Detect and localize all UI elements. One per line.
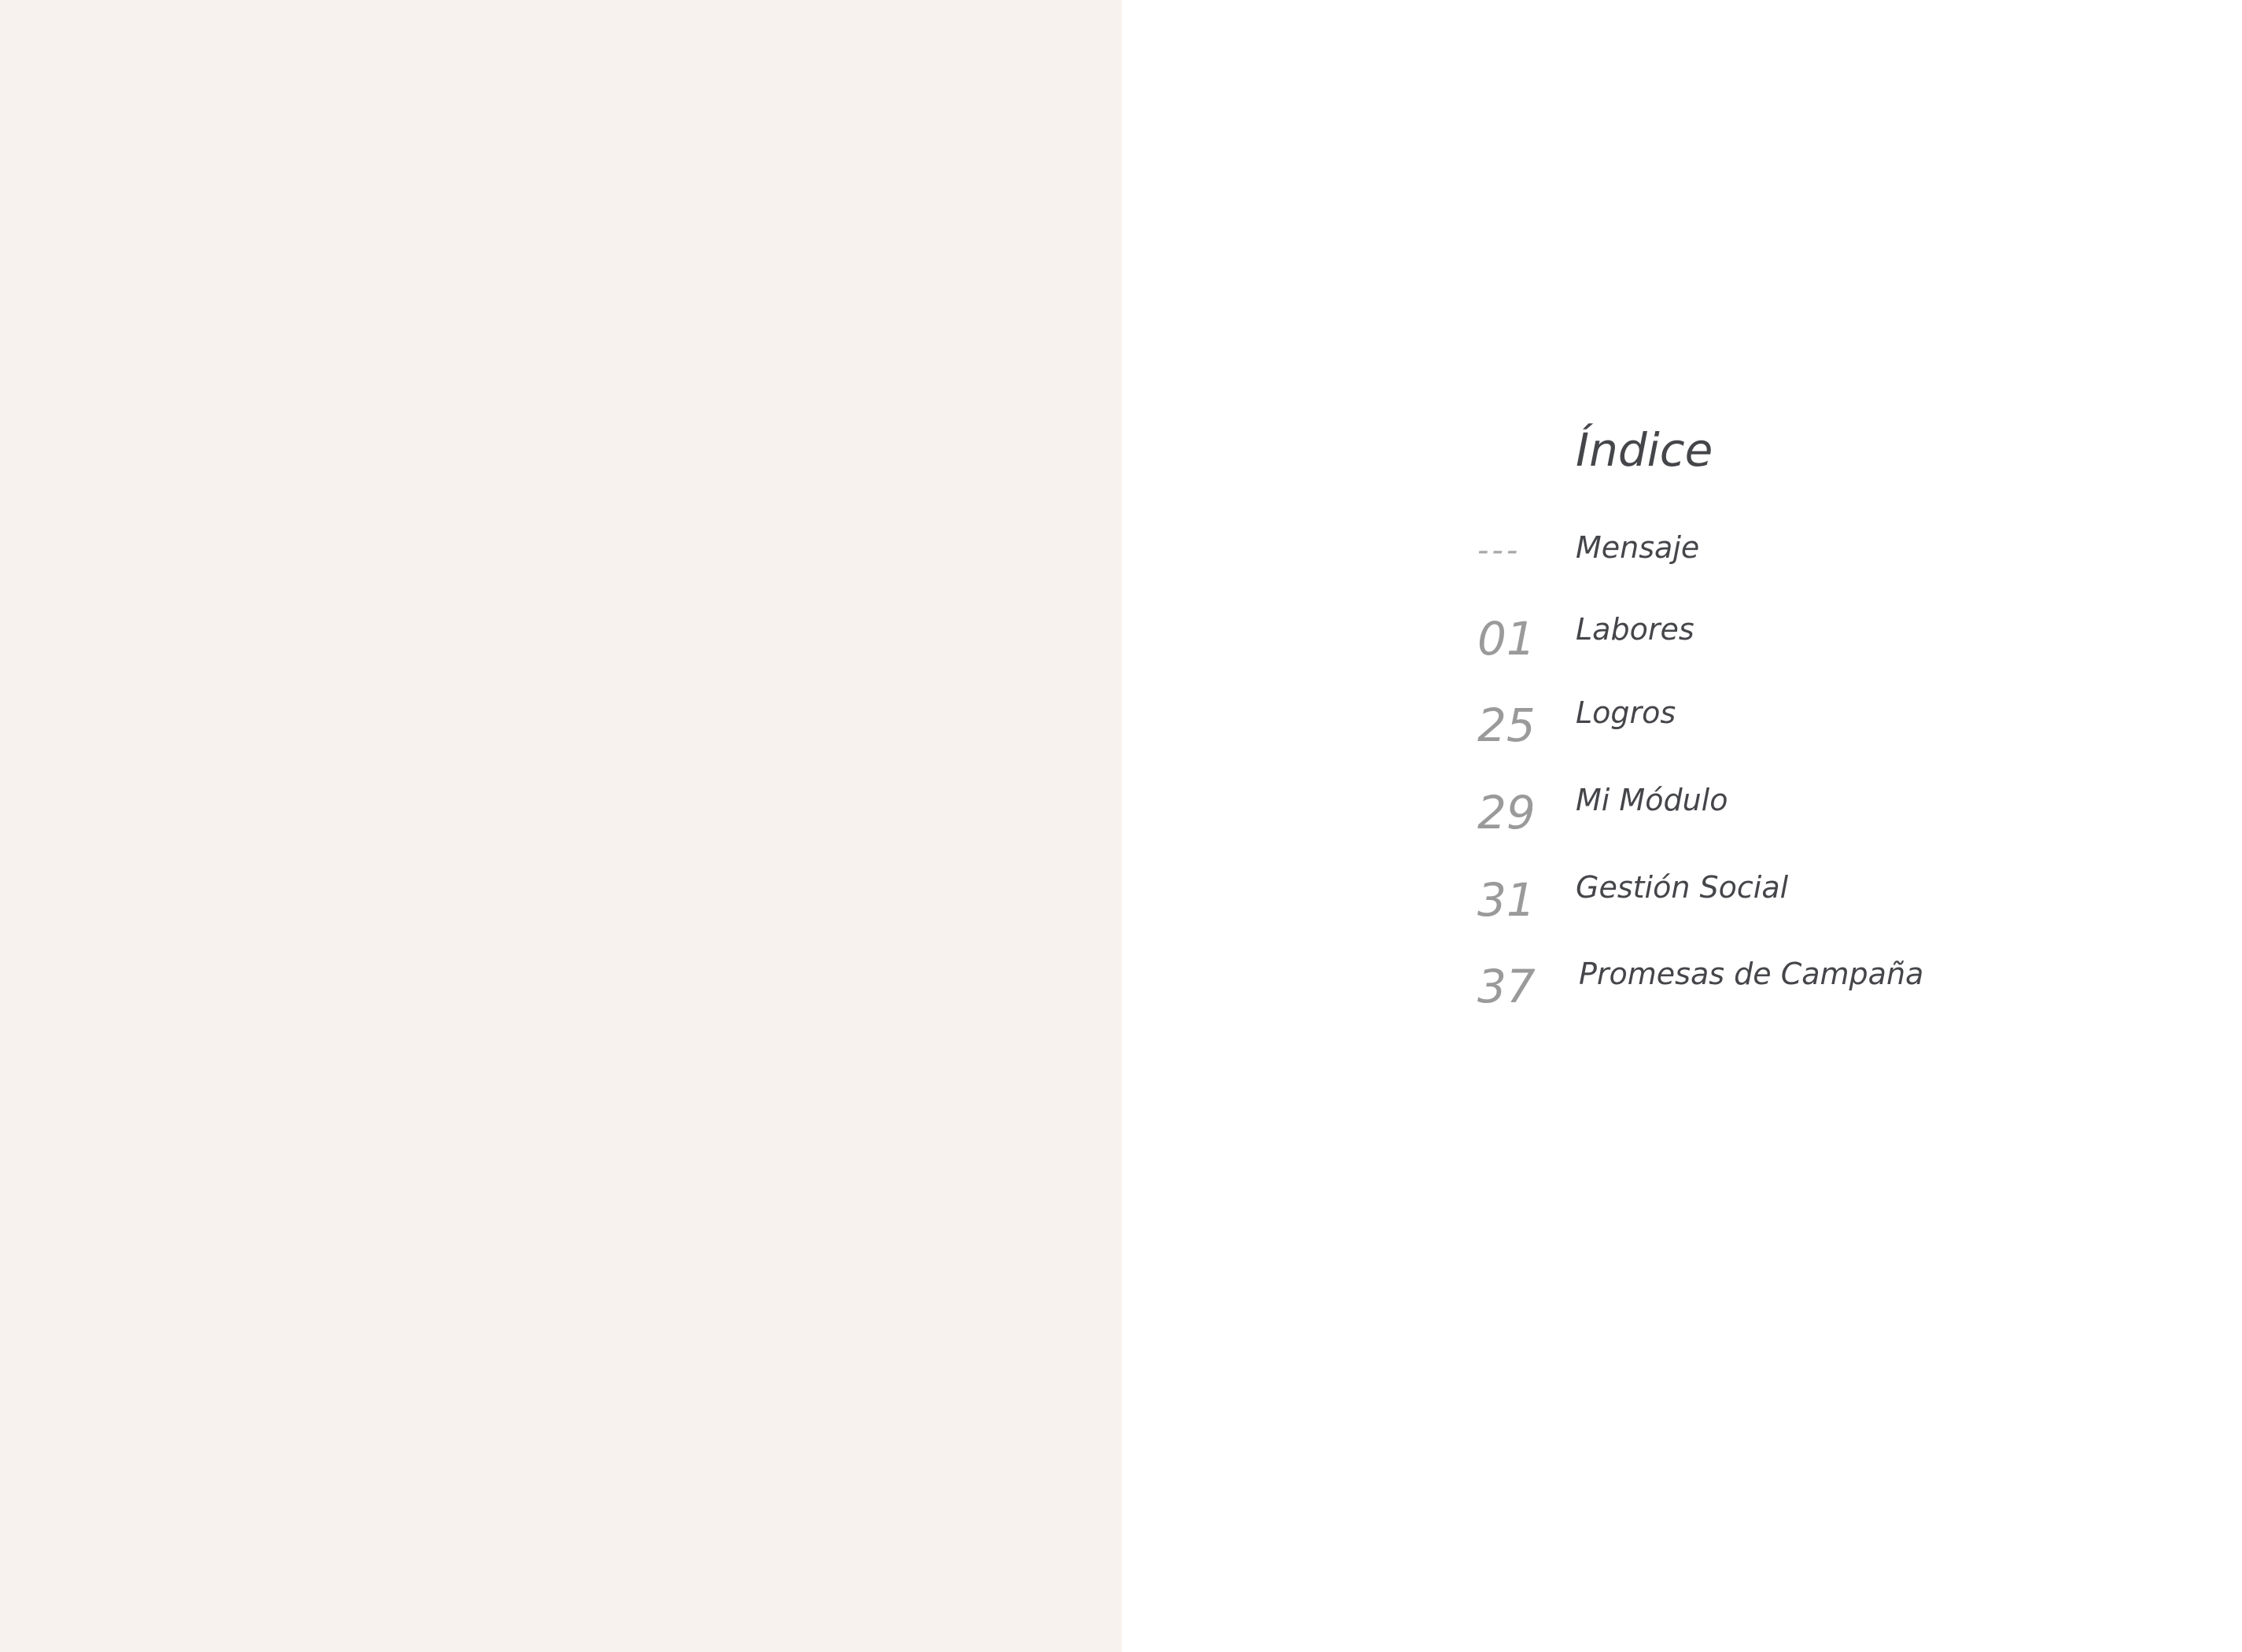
toc-entry-gestion-social: 31 Gestión Social [0, 868, 2242, 931]
index-title: Índice [1576, 423, 1713, 477]
toc-page-number: 01 [1477, 612, 1536, 666]
toc-entry-logros: 25 Logros [0, 694, 2242, 757]
toc-entry-mi-modulo: 29 Mi Módulo [0, 781, 2242, 844]
toc-entry-mensaje: --- Mensaje [0, 519, 2242, 582]
toc-entry-labores: 01 Labores [0, 607, 2242, 670]
toc-entry-label: Labores [1576, 612, 1694, 647]
toc-page-number: 29 [1477, 786, 1536, 839]
toc-entry-label: Promesas de Campaña [1579, 957, 1924, 991]
toc-entry-label: Mi Módulo [1576, 783, 1728, 817]
toc-page-number: 31 [1477, 873, 1536, 927]
toc-page-number: 37 [1477, 960, 1536, 1013]
toc-entry-label: Logros [1576, 695, 1676, 730]
toc-entry-label: Gestión Social [1576, 870, 1789, 905]
toc-entry-promesas-de-campana: 37 Promesas de Campaña [0, 955, 2242, 1018]
toc-page-number: --- [1477, 533, 1521, 569]
toc-entry-label: Mensaje [1576, 530, 1700, 565]
toc-page-number: 25 [1477, 699, 1536, 752]
